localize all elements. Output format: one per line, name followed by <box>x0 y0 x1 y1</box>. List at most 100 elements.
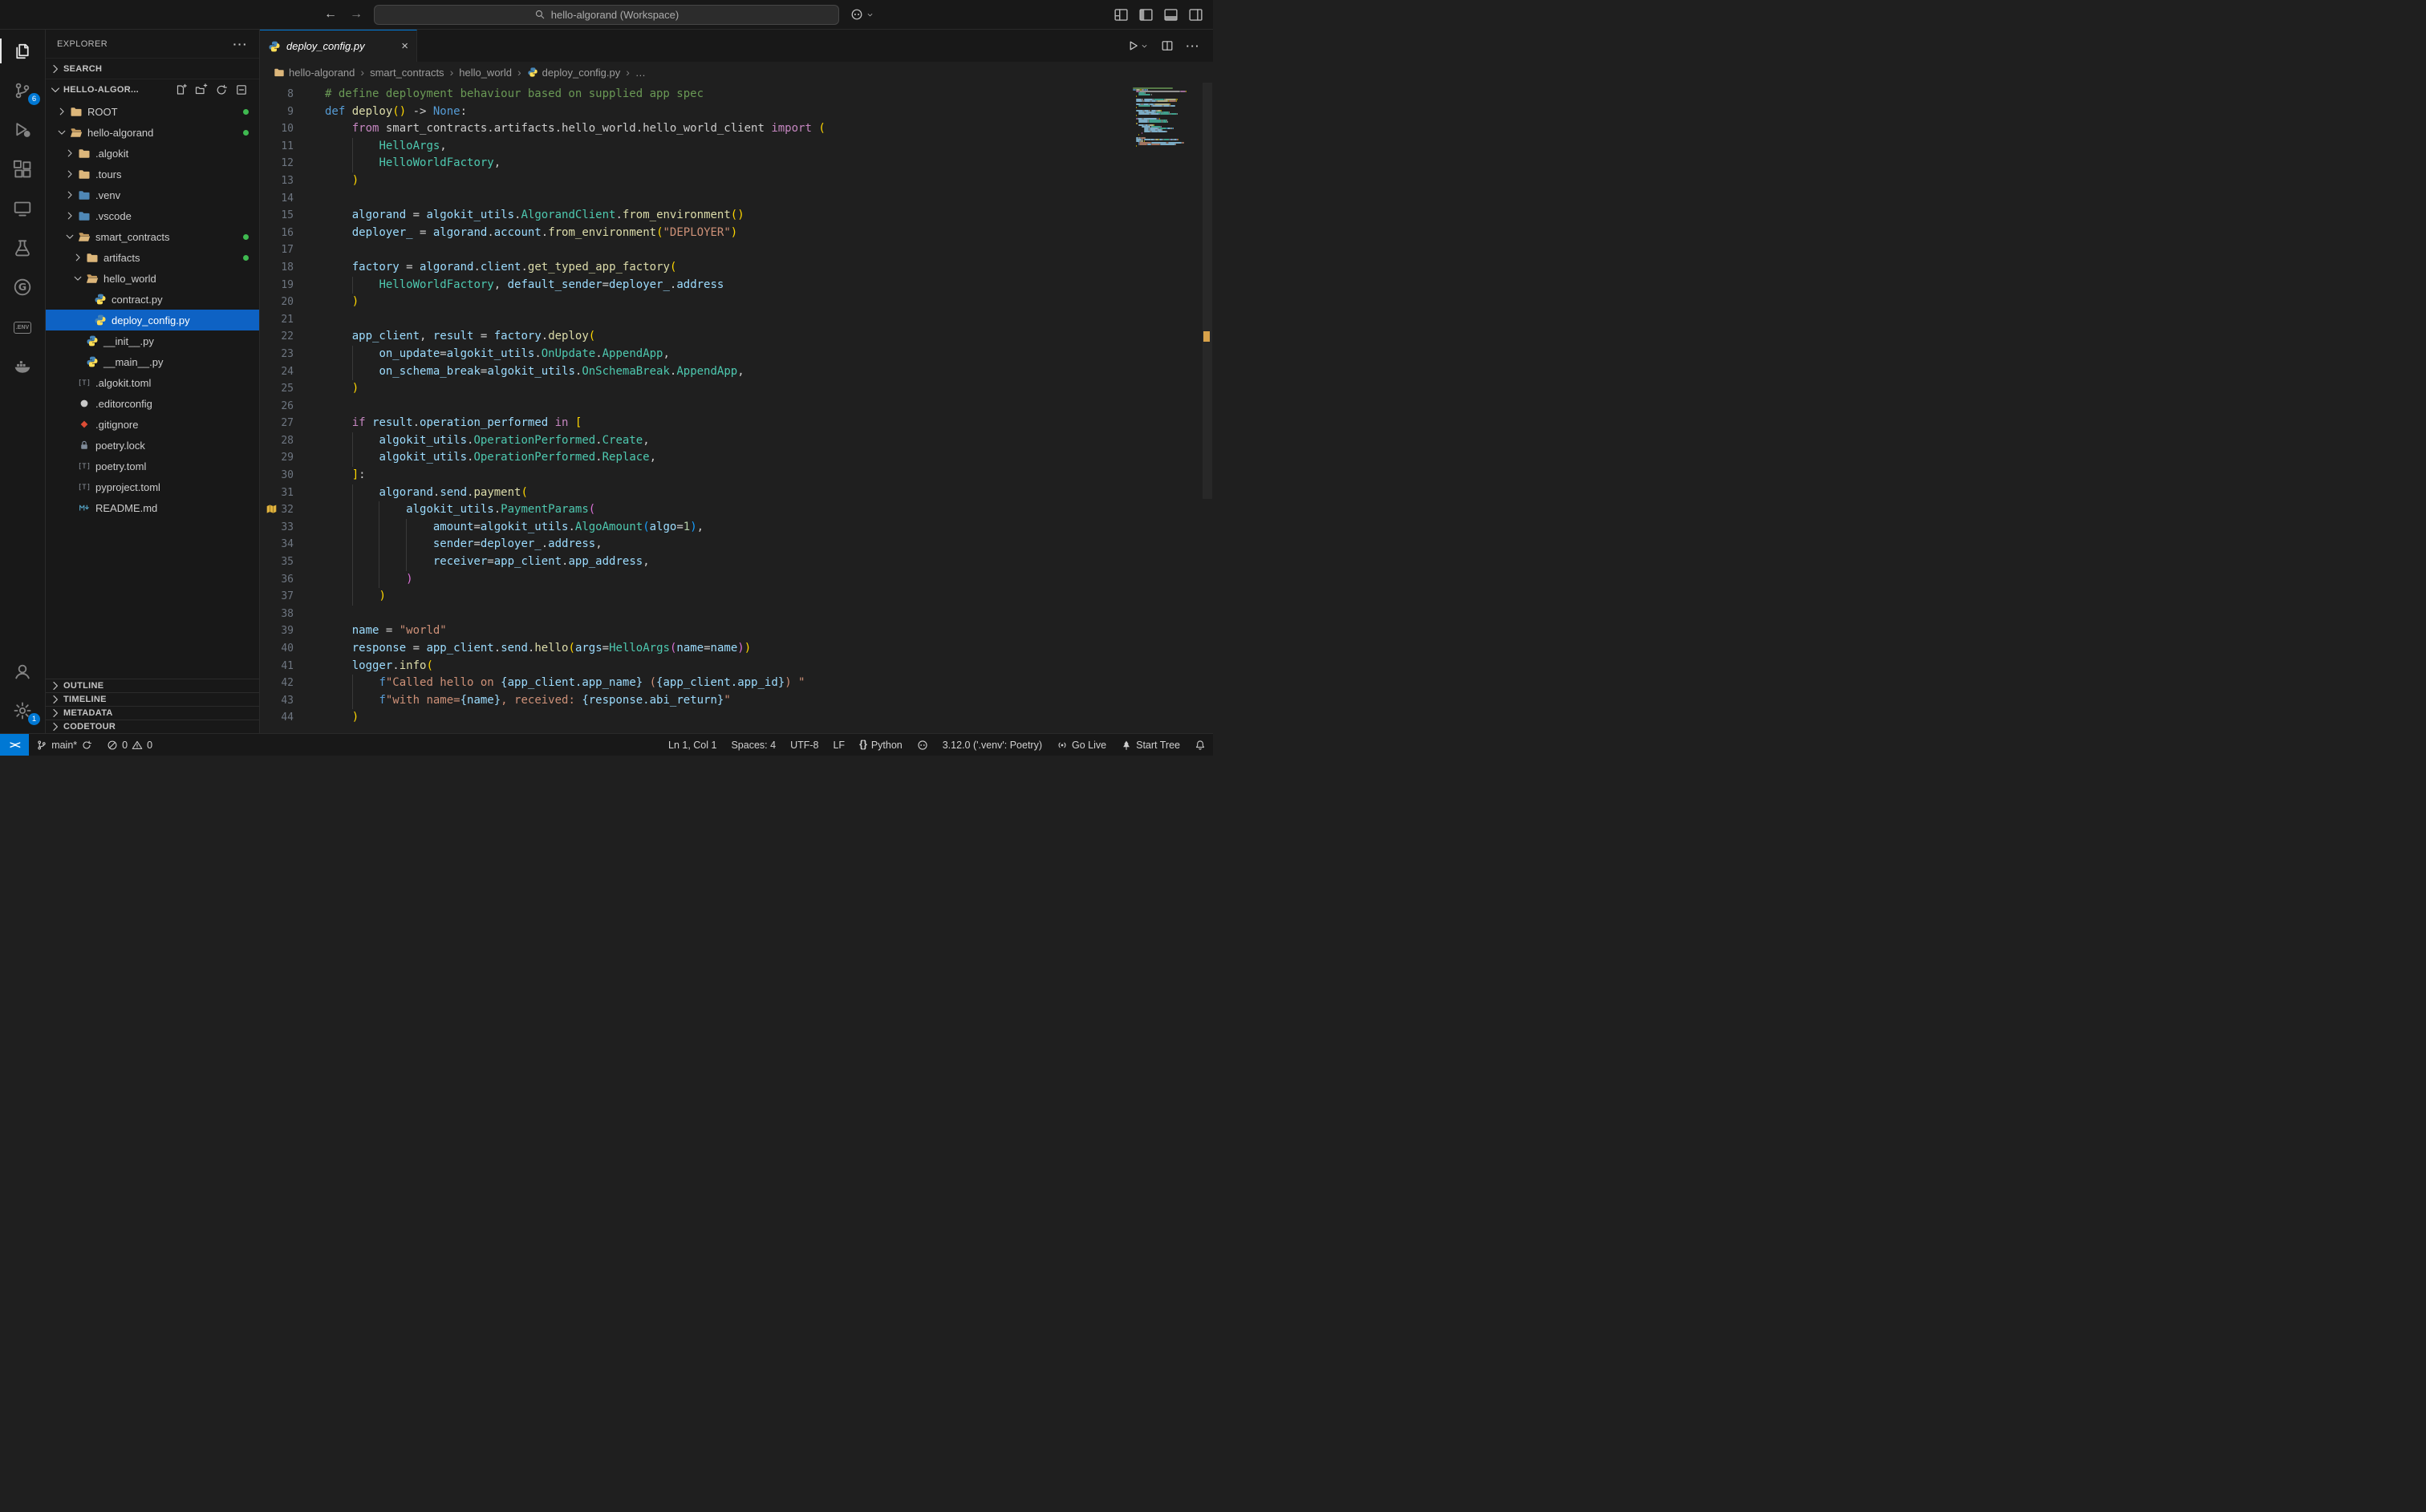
toggle-primary-sidebar-button[interactable] <box>1138 7 1154 22</box>
tree-item-hello_world[interactable]: hello_world <box>46 268 259 289</box>
activity-testing[interactable] <box>0 228 45 267</box>
tree-item-.editorconfig[interactable]: .editorconfig <box>46 393 259 414</box>
explorer-more-actions-button[interactable]: ··· <box>233 38 249 51</box>
code-line-39[interactable]: name = "world" <box>325 622 1131 640</box>
code-line-12[interactable]: HelloWorldFactory, <box>325 155 1131 172</box>
more-editor-actions-button[interactable]: ··· <box>1187 40 1201 52</box>
run-python-file-button[interactable] <box>1126 39 1148 52</box>
tree-item-__main__.py[interactable]: __main__.py <box>46 351 259 372</box>
copilot-menu-button[interactable] <box>850 8 874 21</box>
activity-run-and-debug[interactable] <box>0 110 45 149</box>
new-folder-button[interactable] <box>195 83 208 96</box>
breadcrumb-smart-contracts[interactable]: smart_contracts <box>370 67 444 79</box>
code-line-28[interactable]: algokit_utils.OperationPerformed.Create, <box>325 432 1131 450</box>
status-notifications[interactable] <box>1187 734 1213 756</box>
scrollbar[interactable] <box>1202 83 1213 733</box>
status-encoding[interactable]: UTF-8 <box>783 734 826 756</box>
code-editor[interactable]: 8910111213141516171819202122232425262728… <box>260 83 1213 733</box>
tree-item-README.md[interactable]: README.md <box>46 497 259 518</box>
collapse-folders-button[interactable] <box>235 83 248 96</box>
code-line-23[interactable]: on_update=algokit_utils.OnUpdate.AppendA… <box>325 346 1131 363</box>
code-line-10[interactable]: from smart_contracts.artifacts.hello_wor… <box>325 120 1131 138</box>
code-line-13[interactable]: ) <box>325 172 1131 190</box>
code-line-36[interactable]: ) <box>325 571 1131 589</box>
code-line-41[interactable]: logger.info( <box>325 658 1131 675</box>
code-line-20[interactable]: ) <box>325 294 1131 311</box>
forward-button[interactable]: → <box>350 7 363 22</box>
search-section-header[interactable]: SEARCH <box>46 58 259 79</box>
activity-accounts[interactable] <box>0 651 45 691</box>
code-line-38[interactable] <box>325 606 1131 623</box>
activity-docker[interactable] <box>0 346 45 385</box>
activity-extensions[interactable] <box>0 149 45 188</box>
code-line-14[interactable] <box>325 190 1131 208</box>
code-line-34[interactable]: sender=deployer_.address, <box>325 536 1131 553</box>
tree-item-pyproject.toml[interactable]: [T]pyproject.toml <box>46 476 259 497</box>
code-line-25[interactable]: ) <box>325 380 1131 398</box>
toggle-panel-button[interactable] <box>1163 7 1179 22</box>
code-line-31[interactable]: algorand.send.payment( <box>325 484 1131 502</box>
customize-layout-button[interactable] <box>1114 7 1129 22</box>
panel-metadata[interactable]: METADATA <box>46 706 259 720</box>
minimap[interactable] <box>1133 87 1200 147</box>
code-line-29[interactable]: algokit_utils.OperationPerformed.Replace… <box>325 449 1131 467</box>
tree-item-.gitignore[interactable]: .gitignore <box>46 414 259 435</box>
code-line-16[interactable]: deployer_ = algorand.account.from_enviro… <box>325 225 1131 242</box>
code-line-26[interactable] <box>325 398 1131 415</box>
code-line-17[interactable] <box>325 241 1131 259</box>
activity-env[interactable]: .ENV <box>0 306 45 346</box>
code-line-44[interactable]: ) <box>325 709 1131 727</box>
status-indentation[interactable]: Spaces: 4 <box>724 734 783 756</box>
back-button[interactable]: ← <box>324 7 337 22</box>
activity-algokit[interactable]: G <box>0 267 45 306</box>
tree-item-ROOT[interactable]: ROOT <box>46 101 259 122</box>
codetour-marker-icon[interactable] <box>266 503 278 515</box>
status-eol[interactable]: LF <box>826 734 852 756</box>
tree-item-.venv[interactable]: .venv <box>46 184 259 205</box>
code-line-18[interactable]: factory = algorand.client.get_typed_app_… <box>325 259 1131 277</box>
tree-item-.algokit[interactable]: .algokit <box>46 143 259 164</box>
tree-item-poetry.lock[interactable]: poetry.lock <box>46 435 259 456</box>
status-interpreter[interactable]: 3.12.0 ('.venv': Poetry) <box>935 734 1049 756</box>
status-cursor-position[interactable]: Ln 1, Col 1 <box>661 734 724 756</box>
tree-item-.tours[interactable]: .tours <box>46 164 259 184</box>
status-language[interactable]: {}Python <box>852 734 910 756</box>
status-copilot[interactable] <box>910 734 935 756</box>
code-line-15[interactable]: algorand = algokit_utils.AlgorandClient.… <box>325 207 1131 225</box>
project-section-header[interactable]: HELLO-ALGOR... <box>46 79 259 99</box>
tree-item-__init__.py[interactable]: __init__.py <box>46 330 259 351</box>
toggle-secondary-sidebar-button[interactable] <box>1188 7 1203 22</box>
scrollbar-thumb[interactable] <box>1203 83 1212 499</box>
tree-item-hello-algorand[interactable]: hello-algorand <box>46 122 259 143</box>
code-line-9[interactable]: def deploy() -> None: <box>325 103 1131 121</box>
breadcrumb-hello-algorand[interactable]: hello-algorand <box>274 67 355 79</box>
tree-item-poetry.toml[interactable]: [T]poetry.toml <box>46 456 259 476</box>
activity-remote-explorer[interactable] <box>0 188 45 228</box>
activity-explorer[interactable] <box>0 31 45 71</box>
code-line-8[interactable]: # define deployment behaviour based on s… <box>325 86 1131 103</box>
tree-item-smart_contracts[interactable]: smart_contracts <box>46 226 259 247</box>
tree-item-deploy_config.py[interactable]: deploy_config.py <box>46 310 259 330</box>
code-line-40[interactable]: response = app_client.send.hello(args=He… <box>325 640 1131 658</box>
panel-outline[interactable]: OUTLINE <box>46 679 259 692</box>
panel-codetour[interactable]: CODETOUR <box>46 720 259 733</box>
code-line-22[interactable]: app_client, result = factory.deploy( <box>325 328 1131 346</box>
code-line-30[interactable]: ]: <box>325 467 1131 484</box>
code-line-11[interactable]: HelloArgs, <box>325 138 1131 156</box>
code-line-21[interactable] <box>325 311 1131 329</box>
tree-item-contract.py[interactable]: contract.py <box>46 289 259 310</box>
command-center-search[interactable]: hello-algorand (Workspace) <box>374 5 839 25</box>
code-line-19[interactable]: HelloWorldFactory, default_sender=deploy… <box>325 277 1131 294</box>
code-line-43[interactable]: f"with name={name}, received: {response.… <box>325 692 1131 710</box>
code-line-37[interactable]: ) <box>325 588 1131 606</box>
status-start-tree[interactable]: Start Tree <box>1114 734 1187 756</box>
panel-timeline[interactable]: TIMELINE <box>46 692 259 706</box>
tree-item-artifacts[interactable]: artifacts <box>46 247 259 268</box>
breadcrumb-hello-world[interactable]: hello_world <box>459 67 512 79</box>
tab-deploy-config-py[interactable]: deploy_config.py × <box>260 30 417 62</box>
activity-settings[interactable]: 1 <box>0 691 45 730</box>
breadcrumb--[interactable]: … <box>635 67 646 79</box>
status-go-live[interactable]: Go Live <box>1049 734 1114 756</box>
activity-source-control[interactable]: 6 <box>0 71 45 110</box>
code-line-35[interactable]: receiver=app_client.app_address, <box>325 553 1131 571</box>
